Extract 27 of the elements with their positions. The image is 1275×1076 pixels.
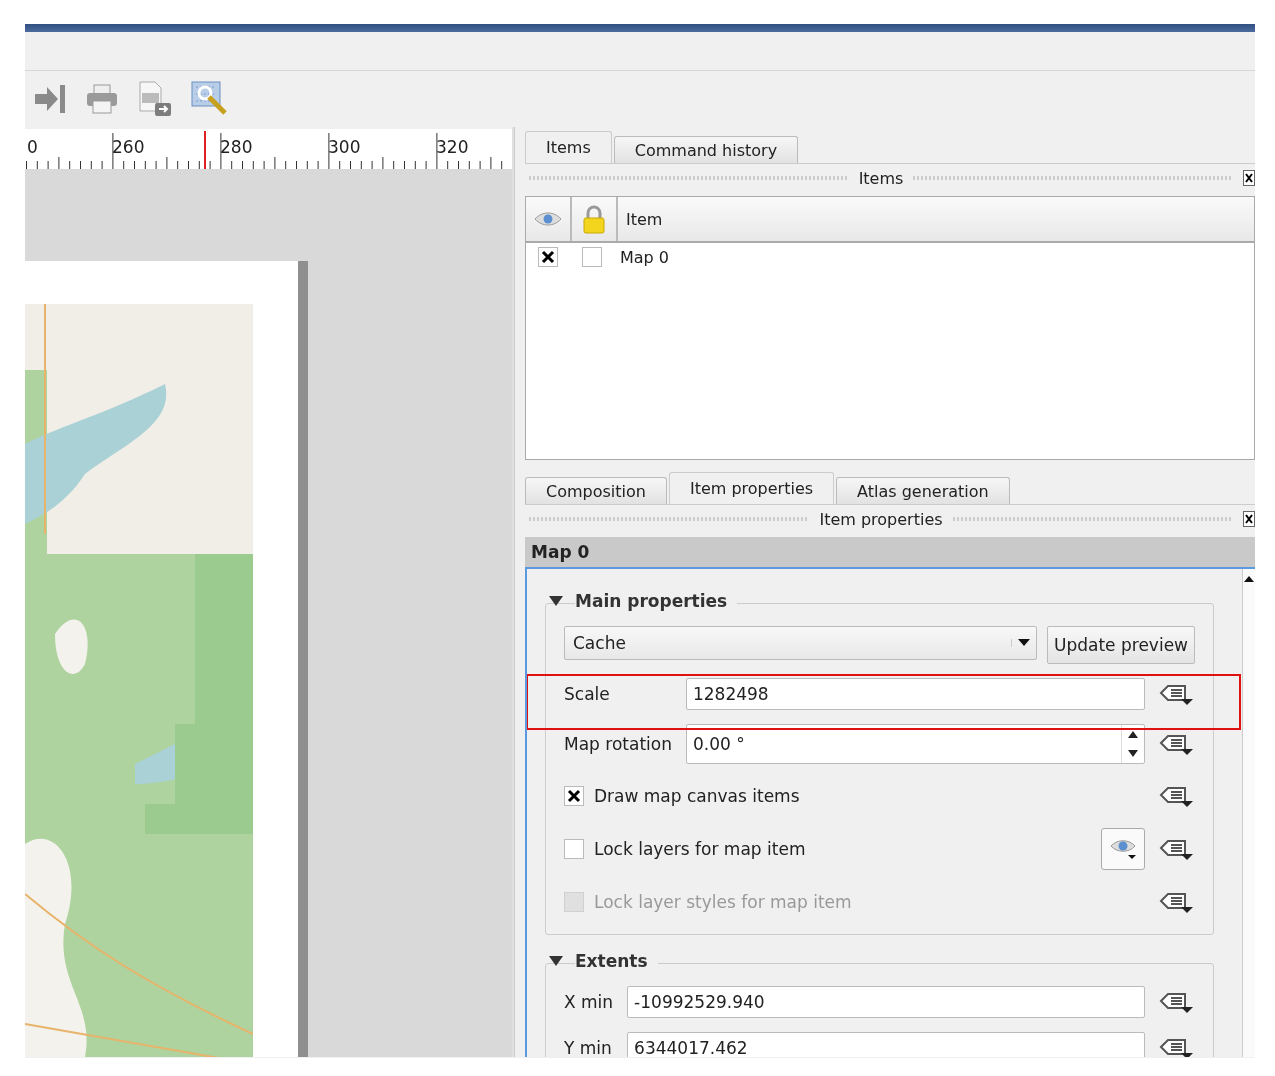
checkbox-label[interactable]: Draw map canvas items [594, 786, 1145, 806]
tab[interactable]: Command history [613, 136, 799, 163]
group-title: Main properties [575, 591, 738, 611]
input-field[interactable]: -10992529.940 [627, 986, 1145, 1018]
update-preview-button[interactable]: Update preview [1047, 626, 1195, 664]
ruler-label: 280 [220, 137, 253, 157]
ruler-label: 0 [27, 137, 38, 157]
input-field[interactable]: 1282498 [685, 678, 1145, 710]
item-title-bar: Map 0 [525, 537, 1255, 567]
dropdown[interactable]: Cache [564, 626, 1037, 660]
tab[interactable]: Item properties [668, 472, 835, 504]
field-label: X min [564, 992, 614, 1012]
tab[interactable]: Composition [525, 477, 667, 504]
ruler-label: 260 [112, 137, 145, 157]
tab[interactable]: Atlas generation [836, 477, 1010, 504]
dock-title: Item properties [819, 509, 943, 529]
field-label: Map rotation [564, 734, 672, 754]
tab[interactable]: Items [525, 131, 612, 163]
ruler-label: 320 [436, 137, 469, 157]
item-name[interactable]: Map 0 [614, 247, 670, 267]
ruler-label: 300 [328, 137, 361, 157]
input-field[interactable]: 6344017.462 [627, 1032, 1145, 1057]
field-label: Scale [564, 684, 611, 704]
checkbox-label[interactable]: Lock layers for map item [594, 839, 1091, 859]
dock-title: Items [858, 168, 904, 188]
spin-box[interactable]: 0.00 ° [685, 724, 1145, 764]
field-label: Y min [564, 1038, 613, 1057]
